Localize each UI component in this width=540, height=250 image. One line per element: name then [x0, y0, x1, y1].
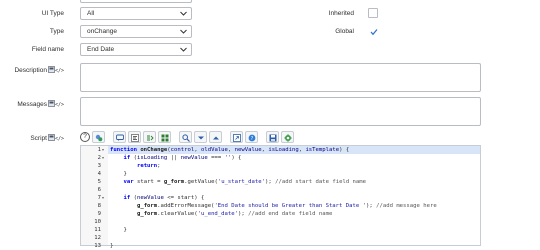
description-label-text: Description — [14, 67, 47, 74]
line-number: 5 — [97, 179, 101, 185]
script-label-text: Script — [30, 135, 47, 142]
format-icon — [131, 134, 139, 142]
code-line[interactable]: } — [108, 226, 126, 234]
type-label: Type — [49, 28, 64, 35]
script-editor[interactable]: 1 ▾ 2 ▾ 3 4 5 6 7 ▾ 8 9 10 11 12 13 func… — [80, 145, 481, 249]
code-line[interactable]: g_form.clearValue('u_end_date'); //add e… — [108, 210, 332, 218]
replace-all-icon — [161, 134, 169, 142]
comment-button[interactable] — [113, 131, 126, 143]
replace-all-button[interactable] — [158, 131, 171, 143]
help-circle-button[interactable]: ? — [245, 131, 258, 143]
svg-text:?: ? — [251, 136, 254, 142]
chevron-down-icon — [180, 11, 187, 16]
previous-button[interactable] — [209, 131, 222, 143]
replace-button[interactable] — [143, 131, 156, 143]
code-line[interactable]: } — [108, 242, 113, 250]
translate-icon[interactable] — [48, 66, 55, 73]
fold-marker-icon[interactable]: ▾ — [102, 146, 104, 154]
field-name-label: Field name — [31, 46, 64, 53]
type-select[interactable]: onChange — [80, 25, 192, 38]
field-name-select[interactable]: End Date — [80, 43, 192, 56]
search-button[interactable] — [179, 131, 192, 143]
ui-type-select[interactable]: All — [80, 7, 192, 20]
code-line[interactable]: var start = g_form.getValue('u_start_dat… — [108, 178, 366, 186]
code-line[interactable] — [108, 234, 110, 242]
line-number: 8 — [97, 203, 101, 209]
code-line[interactable] — [108, 218, 110, 226]
script-debugger-icon — [284, 134, 292, 142]
global-label: Global — [335, 28, 354, 35]
fullscreen-icon — [233, 134, 241, 142]
fullscreen-button[interactable] — [230, 131, 243, 143]
line-number: 3 — [97, 163, 101, 169]
save-button[interactable] — [266, 131, 279, 143]
line-number: 4 — [97, 171, 101, 177]
line-number: 7 — [97, 195, 101, 201]
line-number: 12 — [94, 235, 101, 241]
code-tag-icon[interactable]: </> — [55, 136, 64, 142]
translate-icon[interactable] — [48, 134, 55, 141]
line-number-gutter: 1 ▾ 2 ▾ 3 4 5 6 7 ▾ 8 9 10 11 12 13 — [81, 146, 108, 249]
code-text-area[interactable]: function onChange(control, oldValue, new… — [108, 146, 480, 249]
previous-field-bottom — [80, 0, 192, 3]
global-checkbox[interactable] — [368, 26, 378, 36]
code-line[interactable]: if (isLoading || newValue === '') { — [108, 154, 241, 162]
description-textarea[interactable] — [80, 63, 481, 92]
line-number: 10 — [94, 219, 101, 225]
search-icon — [182, 134, 190, 142]
type-value: onChange — [87, 28, 117, 35]
inherited-checkbox[interactable] — [368, 8, 378, 18]
ui-type-label: UI Type — [41, 10, 64, 17]
script-debugger-button[interactable] — [281, 131, 294, 143]
checkmark-icon — [370, 29, 378, 36]
translate-icon[interactable] — [48, 100, 55, 107]
script-toolbar: ? — [92, 131, 294, 144]
code-line[interactable]: return; — [108, 162, 161, 170]
code-line[interactable] — [108, 186, 110, 194]
code-line[interactable]: g_form.addErrorMessage('End Date should … — [108, 202, 437, 210]
line-number: 9 — [97, 211, 101, 217]
description-label: Description </> — [0, 66, 64, 74]
code-tag-icon[interactable]: </> — [55, 102, 64, 108]
chevron-down-icon — [180, 29, 187, 34]
fold-marker-icon[interactable]: ▾ — [102, 154, 104, 162]
line-number: 6 — [97, 187, 101, 193]
help-circle-icon: ? — [248, 134, 256, 142]
format-button[interactable] — [128, 131, 141, 143]
inherited-label: Inherited — [328, 10, 354, 17]
messages-textarea[interactable] — [80, 97, 481, 126]
toggle-syntax-button[interactable] — [92, 131, 105, 143]
toggle-syntax-icon — [95, 134, 103, 142]
line-number: 13 — [94, 243, 101, 249]
messages-label-text: Messages — [17, 101, 47, 108]
comment-icon — [116, 134, 124, 141]
fold-marker-icon[interactable]: ▾ — [102, 194, 104, 202]
line-number: 1 — [97, 147, 101, 153]
code-line[interactable]: if (newValue <= start) { — [108, 194, 204, 202]
messages-label: Messages </> — [0, 100, 64, 108]
script-label: Script </> — [0, 134, 64, 142]
save-icon — [269, 134, 277, 142]
next-button[interactable] — [194, 131, 207, 143]
line-number: 2 — [97, 155, 101, 161]
code-tag-icon[interactable]: </> — [55, 68, 64, 74]
replace-icon — [147, 135, 154, 141]
chevron-up-icon — [213, 136, 219, 140]
ui-type-value: All — [87, 10, 95, 17]
code-line[interactable]: } — [108, 170, 126, 178]
chevron-down-icon — [198, 136, 204, 140]
field-name-value: End Date — [87, 46, 115, 53]
chevron-down-icon — [180, 47, 187, 52]
line-number: 11 — [94, 227, 101, 233]
code-line[interactable]: function onChange(control, oldValue, new… — [108, 146, 480, 154]
help-icon[interactable]: ? — [80, 132, 90, 142]
